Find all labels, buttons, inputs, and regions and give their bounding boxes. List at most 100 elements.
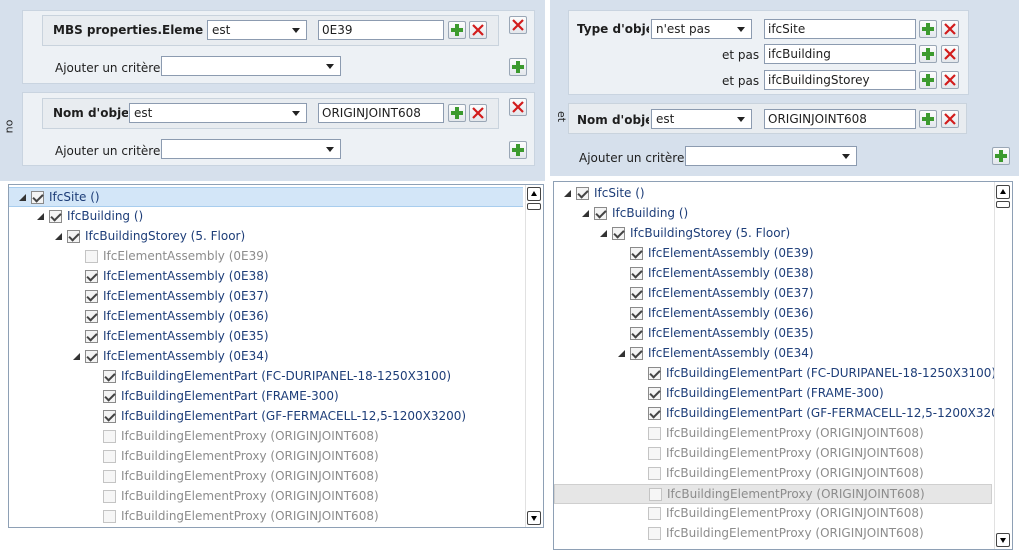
- left-criterion-2-operator[interactable]: est: [129, 103, 307, 123]
- collapsed-arrow-icon[interactable]: [639, 409, 645, 419]
- left-group-2-add-button[interactable]: [509, 141, 527, 159]
- right-add-criterion-button[interactable]: [992, 147, 1010, 165]
- tree-row[interactable]: IfcBuildingElementPart (FC-DURIPANEL-18-…: [554, 364, 1012, 384]
- collapsed-arrow-icon[interactable]: [621, 269, 627, 279]
- left-add-criterion-select[interactable]: [161, 56, 341, 76]
- tree-row[interactable]: IfcBuildingStorey (5. Floor): [9, 227, 543, 247]
- right-tree-view[interactable]: IfcBuildingElementProxy (ORIGINJOINT608)…: [553, 181, 1013, 550]
- right-group-1-remove-button-1[interactable]: [941, 20, 959, 38]
- collapsed-arrow-icon[interactable]: [76, 292, 82, 302]
- tree-checkbox[interactable]: [576, 187, 589, 200]
- tree-row[interactable]: IfcElementAssembly (0E38): [554, 264, 1012, 284]
- left-tree-scrollbar[interactable]: [525, 185, 543, 527]
- right-add-criterion-select[interactable]: [685, 146, 857, 166]
- collapsed-arrow-icon[interactable]: [76, 312, 82, 322]
- expanded-arrow-icon[interactable]: [37, 213, 44, 220]
- tree-row[interactable]: IfcBuildingElementProxy (ORIGINJOINT608): [554, 444, 1012, 464]
- tree-row[interactable]: IfcBuildingElementProxy (ORIGINJOINT608): [554, 504, 1012, 524]
- expanded-arrow-icon[interactable]: [618, 350, 625, 357]
- collapsed-arrow-icon[interactable]: [76, 332, 82, 342]
- collapsed-arrow-icon[interactable]: [94, 392, 100, 402]
- tree-row[interactable]: IfcSite (): [554, 184, 1012, 204]
- scroll-thumb[interactable]: [996, 201, 1010, 208]
- right-group-1-value-1[interactable]: ifcSite: [764, 19, 916, 39]
- right-group-1-remove-button-2[interactable]: [941, 45, 959, 63]
- tree-row[interactable]: IfcBuildingElementProxy (ORIGINJOINT608): [9, 507, 543, 527]
- tree-checkbox[interactable]: [103, 450, 116, 463]
- tree-checkbox[interactable]: [630, 267, 643, 280]
- tree-row[interactable]: IfcBuildingElementProxy (ORIGINJOINT608): [554, 424, 1012, 444]
- scroll-down-button[interactable]: [527, 511, 541, 525]
- right-criterion-2-operator[interactable]: est: [651, 109, 752, 129]
- tree-checkbox[interactable]: [103, 510, 116, 523]
- tree-checkbox[interactable]: [649, 488, 662, 501]
- collapsed-arrow-icon[interactable]: [94, 372, 100, 382]
- tree-row[interactable]: IfcElementAssembly (0E34): [9, 347, 543, 367]
- tree-row[interactable]: IfcElementAssembly (0E37): [554, 284, 1012, 304]
- tree-checkbox[interactable]: [103, 390, 116, 403]
- left-add-criterion-select-2[interactable]: [161, 139, 341, 159]
- tree-row[interactable]: IfcElementAssembly (0E35): [554, 324, 1012, 344]
- tree-checkbox[interactable]: [648, 367, 661, 380]
- tree-row[interactable]: IfcBuilding (): [554, 204, 1012, 224]
- expanded-arrow-icon[interactable]: [73, 353, 80, 360]
- expanded-arrow-icon[interactable]: [582, 210, 589, 217]
- tree-row[interactable]: IfcBuildingElementPart (FC-DURIPANEL-18-…: [9, 367, 543, 387]
- tree-checkbox[interactable]: [103, 370, 116, 383]
- tree-row[interactable]: IfcBuildingElementPart (FRAME-300): [554, 384, 1012, 404]
- right-group-1-add-button-2[interactable]: [919, 45, 937, 63]
- tree-checkbox[interactable]: [103, 470, 116, 483]
- collapsed-arrow-icon[interactable]: [621, 329, 627, 339]
- tree-row[interactable]: IfcBuildingElementPart (GF-FERMACELL-12,…: [554, 404, 1012, 424]
- collapsed-arrow-icon[interactable]: [621, 249, 627, 259]
- tree-checkbox[interactable]: [85, 310, 98, 323]
- tree-row[interactable]: IfcElementAssembly (0E39): [9, 247, 543, 267]
- tree-checkbox[interactable]: [85, 330, 98, 343]
- tree-checkbox[interactable]: [85, 350, 98, 363]
- right-group-1-remove-button-3[interactable]: [941, 71, 959, 89]
- tree-checkbox[interactable]: [648, 527, 661, 540]
- tree-checkbox[interactable]: [85, 270, 98, 283]
- scroll-thumb[interactable]: [527, 203, 541, 210]
- left-criterion-1-remove-button[interactable]: [469, 21, 487, 39]
- scroll-up-button[interactable]: [996, 185, 1010, 199]
- tree-checkbox[interactable]: [648, 387, 661, 400]
- left-criterion-1-operator[interactable]: est: [207, 20, 307, 40]
- tree-row[interactable]: IfcElementAssembly (0E36): [9, 307, 543, 327]
- expanded-arrow-icon[interactable]: [55, 233, 62, 240]
- tree-checkbox[interactable]: [630, 347, 643, 360]
- tree-row[interactable]: IfcBuildingElementProxy (ORIGINJOINT608): [9, 487, 543, 507]
- expanded-arrow-icon[interactable]: [19, 194, 26, 201]
- tree-checkbox[interactable]: [103, 490, 116, 503]
- tree-row[interactable]: IfcElementAssembly (0E37): [9, 287, 543, 307]
- tree-checkbox[interactable]: [630, 307, 643, 320]
- collapsed-arrow-icon[interactable]: [621, 289, 627, 299]
- right-group-1-add-button-3[interactable]: [919, 71, 937, 89]
- tree-row[interactable]: IfcElementAssembly (0E35): [9, 327, 543, 347]
- tree-checkbox[interactable]: [630, 327, 643, 340]
- tree-checkbox[interactable]: [49, 210, 62, 223]
- left-group-1-remove-button[interactable]: [509, 16, 527, 34]
- right-group-1-value-3[interactable]: ifcBuildingStorey: [764, 70, 916, 90]
- tree-checkbox[interactable]: [648, 407, 661, 420]
- tree-checkbox[interactable]: [594, 207, 607, 220]
- left-criterion-2-value[interactable]: ORIGINJOINT608: [318, 103, 444, 123]
- tree-row[interactable]: IfcElementAssembly (0E39): [554, 244, 1012, 264]
- expanded-arrow-icon[interactable]: [600, 230, 607, 237]
- left-group-1-add-button[interactable]: [509, 58, 527, 76]
- tree-row[interactable]: IfcBuildingElementProxy (ORIGINJOINT608): [554, 524, 1012, 544]
- right-group-1-operator[interactable]: n'est pas: [651, 19, 752, 39]
- collapsed-arrow-icon[interactable]: [76, 272, 82, 282]
- tree-checkbox[interactable]: [648, 447, 661, 460]
- tree-checkbox[interactable]: [612, 227, 625, 240]
- tree-checkbox[interactable]: [85, 250, 98, 263]
- tree-row[interactable]: IfcBuildingElementProxy (ORIGINJOINT608): [554, 464, 1012, 484]
- tree-row[interactable]: IfcBuildingStorey (5. Floor): [554, 224, 1012, 244]
- tree-row[interactable]: IfcElementAssembly (0E34): [554, 344, 1012, 364]
- tree-checkbox[interactable]: [630, 247, 643, 260]
- tree-checkbox[interactable]: [648, 507, 661, 520]
- tree-checkbox[interactable]: [630, 287, 643, 300]
- left-criterion-2-add-button[interactable]: [448, 104, 466, 122]
- tree-row[interactable]: IfcBuildingElementPart (FRAME-300): [9, 387, 543, 407]
- tree-row[interactable]: IfcSite (): [9, 187, 523, 207]
